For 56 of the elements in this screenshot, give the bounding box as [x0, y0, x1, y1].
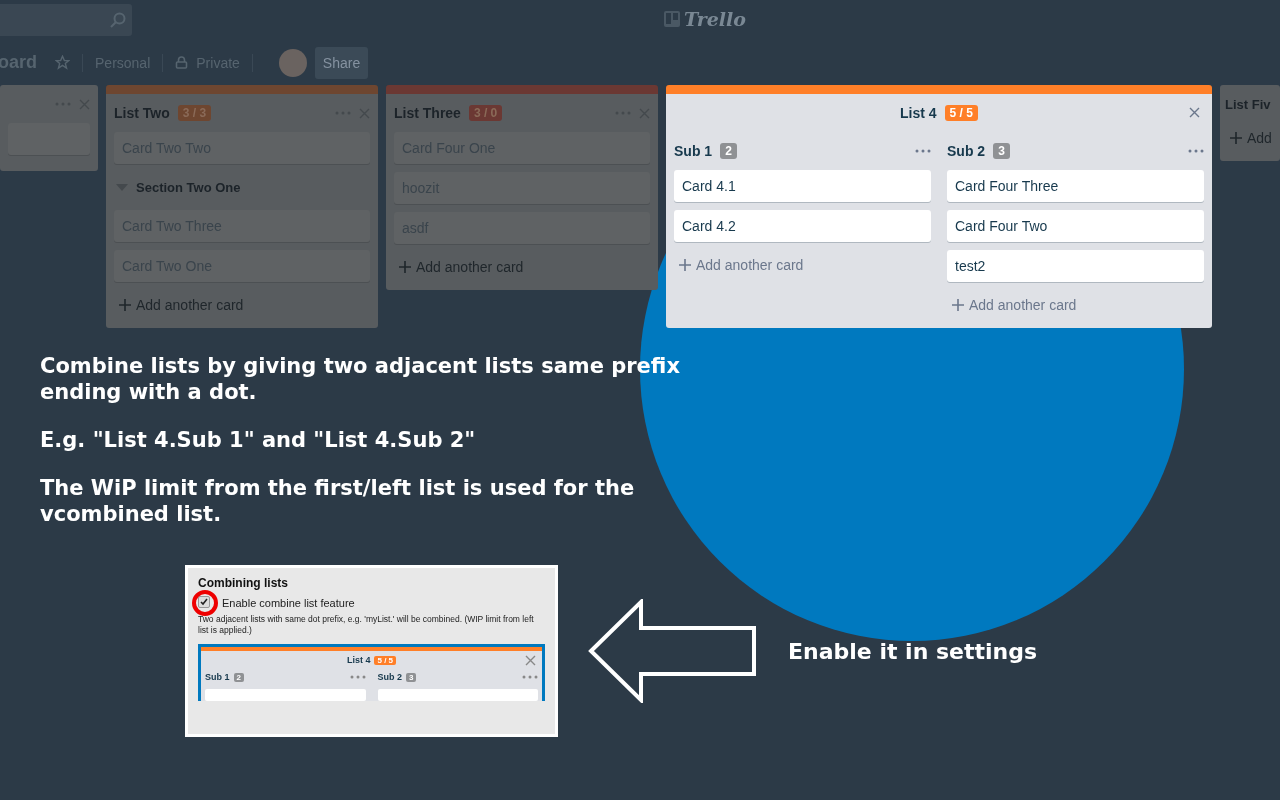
avatar[interactable]	[278, 48, 307, 77]
check-icon	[200, 598, 208, 606]
more-icon[interactable]	[522, 675, 538, 680]
search-field[interactable]	[0, 4, 132, 36]
star-icon[interactable]	[55, 55, 70, 70]
list-title: List Two	[114, 105, 170, 121]
lock-icon	[175, 56, 189, 69]
card-count: 2	[720, 143, 737, 159]
sublist-title: Sub 2	[377, 672, 402, 683]
logo-icon	[664, 11, 680, 27]
add-card-button[interactable]: Add another card	[114, 290, 370, 320]
card[interactable]: Card Four Three	[947, 170, 1204, 202]
plus-icon	[951, 298, 965, 312]
close-icon[interactable]	[525, 655, 536, 667]
share-button[interactable]: Share	[314, 46, 369, 79]
instruction-text: Combine lists by giving two adjacent lists same prefix ending with a dot.	[40, 353, 681, 405]
callout-text: Enable it in settings	[788, 638, 1038, 664]
card[interactable]: Card 4.2	[674, 210, 931, 242]
setting-description: Two adjacent lists with same dot prefix, e.g. 'myList.' will be combined. (WIP limit from left list is applied.)	[198, 614, 535, 637]
more-icon[interactable]	[1188, 149, 1204, 153]
wip-count: 5 / 5	[374, 655, 397, 665]
plus-icon	[1229, 131, 1243, 145]
sublist-title: Sub 1	[674, 143, 713, 159]
settings-title: Combining lists	[198, 576, 289, 590]
card[interactable]: test2	[947, 250, 1204, 282]
list-title: List Fiv	[1225, 96, 1271, 112]
logo-text: Trello	[684, 8, 746, 30]
list-title: List 4	[900, 105, 937, 121]
card[interactable]: Card 4.1	[674, 170, 931, 202]
instruction-text: E.g. "List 4.Sub 1" and "List 4.Sub 2"	[40, 427, 477, 453]
close-icon[interactable]	[1189, 107, 1200, 118]
highlight-ring	[192, 590, 218, 616]
add-card-button[interactable]: Add another card	[394, 252, 650, 282]
sublist-title: Sub 2	[947, 143, 986, 159]
card-count: 3	[993, 143, 1010, 159]
more-icon[interactable]	[349, 675, 366, 680]
section-title: Section Two One	[136, 179, 241, 195]
left-arrow-icon	[588, 599, 758, 703]
checkbox-label: Enable combine list feature	[222, 597, 355, 609]
list-title: List Three	[394, 105, 461, 121]
search-icon[interactable]	[110, 12, 126, 28]
add-card-button[interactable]: Add another card	[947, 290, 1204, 320]
add-card-button[interactable]: Add another card	[674, 250, 931, 280]
checkbox[interactable]	[198, 596, 210, 608]
card-count: 2	[233, 672, 244, 682]
more-icon[interactable]	[915, 149, 931, 153]
card-count: 3	[406, 672, 417, 682]
sublist-title: Sub 1	[205, 672, 230, 683]
card[interactable]: Card Four Two	[947, 210, 1204, 242]
add-card-button[interactable]: Add	[1225, 123, 1280, 153]
plus-icon	[678, 258, 692, 272]
instruction-text: The WiP limit from the first/left list is used for the vcombined list.	[40, 475, 636, 527]
plus-icon	[118, 298, 132, 312]
list-title: List 4	[346, 655, 371, 666]
wip-count: 5 / 5	[944, 105, 978, 121]
plus-icon	[398, 260, 412, 274]
